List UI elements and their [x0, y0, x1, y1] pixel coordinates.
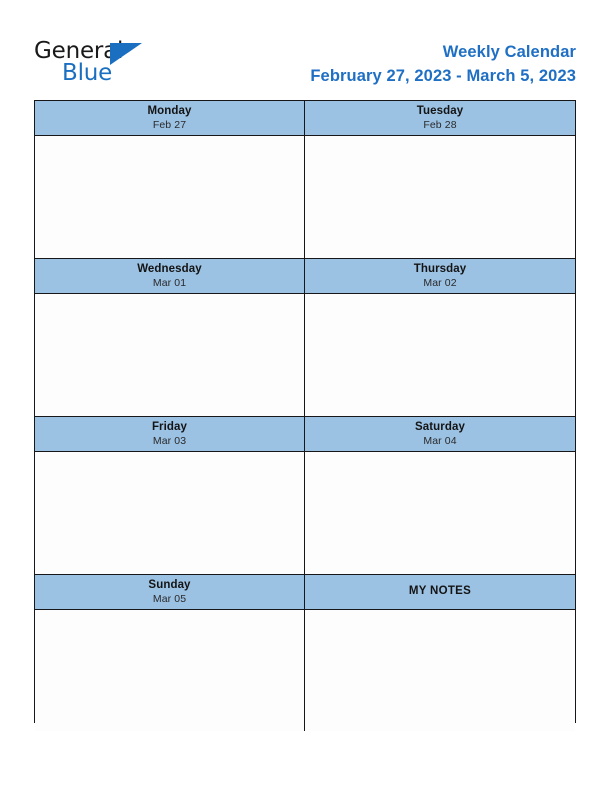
notes-title-label: MY NOTES: [408, 585, 472, 598]
day-date-label: Mar 01: [152, 277, 187, 289]
brand-logo: General Blue: [34, 38, 214, 90]
brand-name-blue: Blue: [62, 60, 113, 86]
day-header-thursday: Thursday Mar 02: [305, 259, 575, 293]
day-entry-area-friday[interactable]: [35, 452, 305, 574]
page-header: General Blue Weekly Calendar February 27…: [0, 0, 612, 100]
title-block: Weekly Calendar February 27, 2023 - Marc…: [310, 42, 576, 87]
day-header-sunday: Sunday Mar 05: [35, 575, 305, 609]
day-entry-area-tuesday[interactable]: [305, 136, 575, 258]
day-entry-area-sunday[interactable]: [35, 610, 305, 731]
notes-header: MY NOTES: [305, 575, 575, 609]
page-title: Weekly Calendar: [442, 43, 576, 61]
day-header-saturday: Saturday Mar 04: [305, 417, 575, 451]
day-header-strip: Monday Feb 27 Tuesday Feb 28: [35, 101, 575, 136]
notes-entry-area[interactable]: [305, 610, 575, 731]
day-entry-area-saturday[interactable]: [305, 452, 575, 574]
day-name-label: Sunday: [148, 578, 191, 591]
day-header-friday: Friday Mar 03: [35, 417, 305, 451]
date-range: February 27, 2023 - March 5, 2023: [310, 67, 576, 85]
day-name-label: Saturday: [414, 420, 465, 433]
calendar-row: Wednesday Mar 01 Thursday Mar 02: [35, 259, 575, 417]
triangle-icon: [110, 43, 142, 65]
day-header-strip: Sunday Mar 05 MY NOTES: [35, 575, 575, 610]
day-entry-area-wednesday[interactable]: [35, 294, 305, 416]
day-date-label: Mar 05: [152, 593, 187, 605]
day-header-strip: Friday Mar 03 Saturday Mar 04: [35, 417, 575, 452]
day-name-label: Friday: [151, 420, 188, 433]
calendar-row: Friday Mar 03 Saturday Mar 04: [35, 417, 575, 575]
day-name-label: Tuesday: [416, 104, 464, 117]
day-date-label: Mar 03: [152, 435, 187, 447]
weekly-calendar-grid: Monday Feb 27 Tuesday Feb 28 Wednesday M…: [34, 100, 576, 731]
day-date-label: Mar 04: [423, 435, 457, 447]
day-body-strip: [35, 610, 575, 731]
calendar-row: Sunday Mar 05 MY NOTES: [35, 575, 575, 731]
day-entry-area-monday[interactable]: [35, 136, 305, 258]
day-name-label: Thursday: [413, 262, 467, 275]
day-header-tuesday: Tuesday Feb 28: [305, 101, 575, 135]
calendar-row: Monday Feb 27 Tuesday Feb 28: [35, 101, 575, 259]
day-header-monday: Monday Feb 27: [35, 101, 305, 135]
day-name-label: Wednesday: [137, 262, 202, 275]
day-header-strip: Wednesday Mar 01 Thursday Mar 02: [35, 259, 575, 294]
day-entry-area-thursday[interactable]: [305, 294, 575, 416]
day-date-label: Feb 27: [152, 119, 187, 131]
day-name-label: Monday: [147, 104, 192, 117]
day-date-label: Feb 28: [423, 119, 457, 131]
day-body-strip: [35, 136, 575, 259]
day-body-strip: [35, 294, 575, 417]
day-body-strip: [35, 452, 575, 575]
day-date-label: Mar 02: [423, 277, 457, 289]
day-header-wednesday: Wednesday Mar 01: [35, 259, 305, 293]
